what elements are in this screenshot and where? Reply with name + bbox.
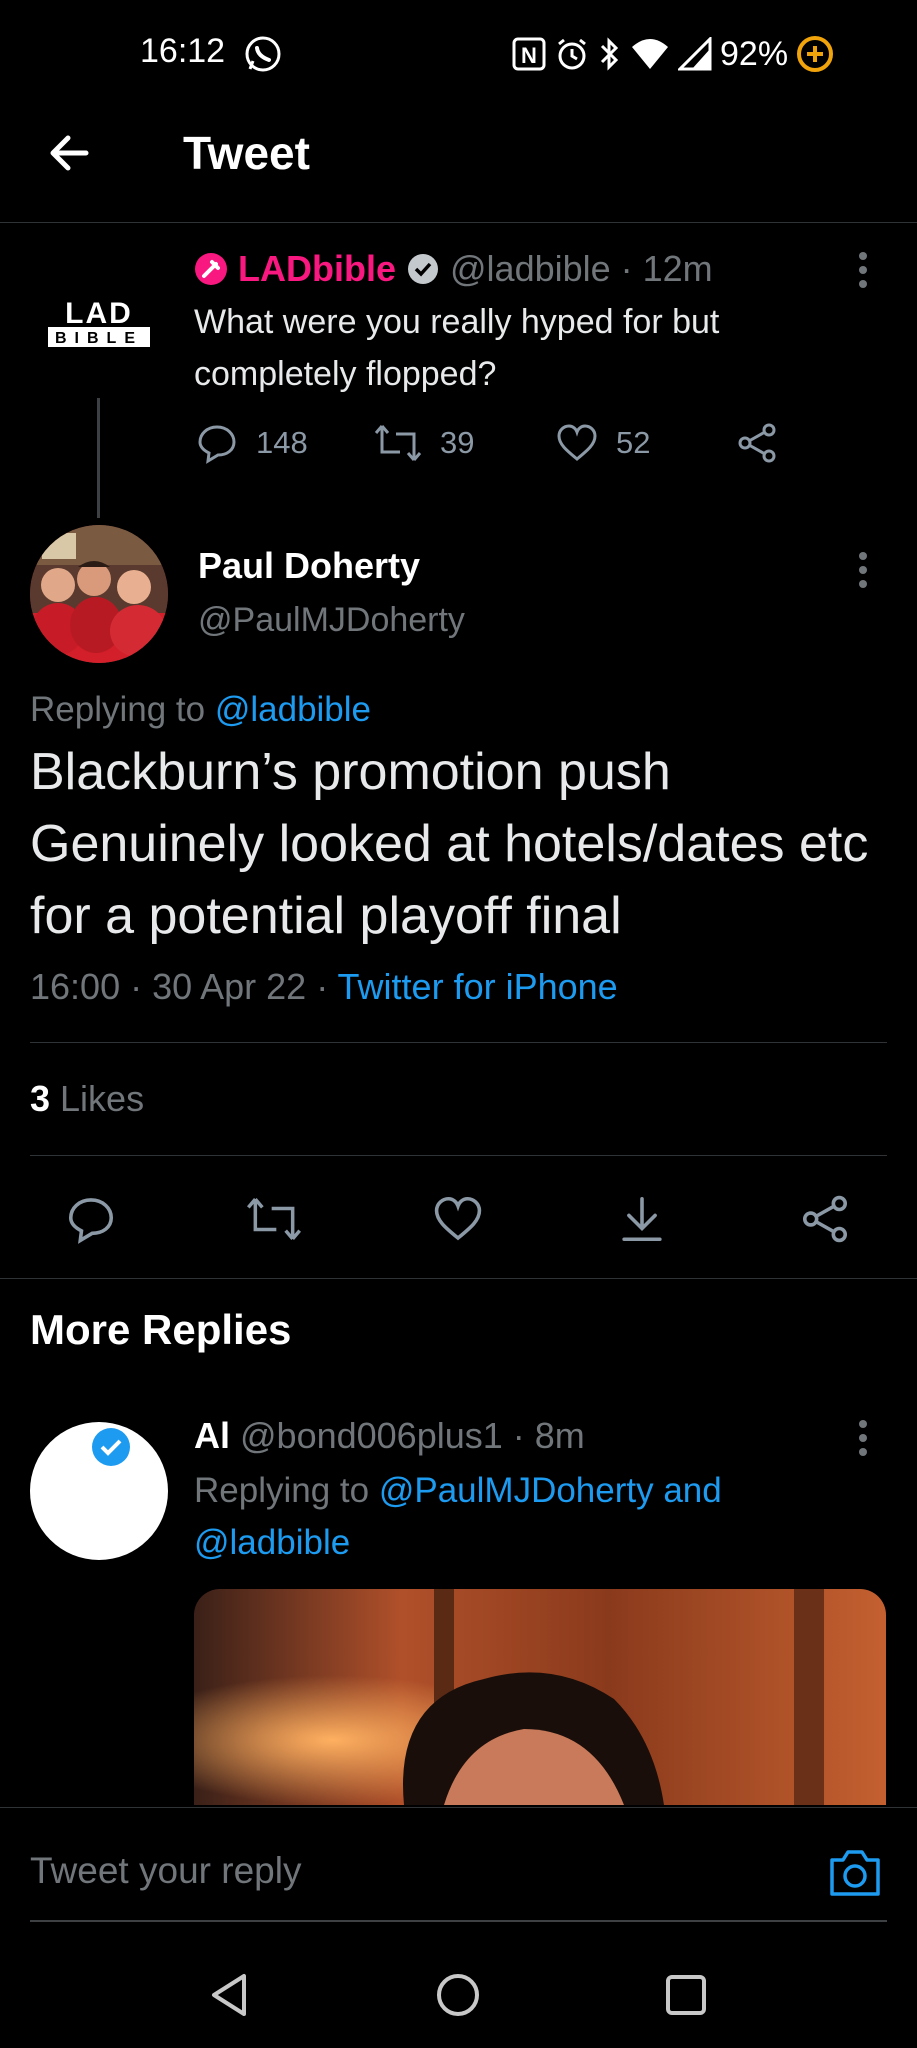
author-avatar[interactable] [30, 525, 168, 663]
signal-icon [678, 37, 712, 71]
reply-header: Al @bond006plus1 · 8m [194, 1415, 585, 1457]
arrow-left-icon [50, 135, 89, 171]
ladbible-avatar[interactable]: LAD BIBLE [44, 296, 154, 350]
camera-button[interactable] [828, 1848, 882, 1898]
nav-back-button[interactable] [206, 1970, 256, 2020]
likes-count: 3 [30, 1078, 51, 1119]
whatsapp-icon [243, 34, 283, 74]
more-vertical-icon [859, 552, 867, 588]
tweet-source-link[interactable]: Twitter for iPhone [338, 966, 618, 1007]
actions-divider [0, 1278, 917, 1279]
header-divider [0, 222, 917, 223]
parent-retweet-button[interactable]: 39 [374, 422, 474, 464]
composer-divider [0, 1807, 917, 1808]
nav-home-button[interactable] [433, 1970, 483, 2020]
media-image [194, 1589, 886, 1805]
tweet-more-button[interactable] [858, 552, 868, 588]
parent-author-name[interactable]: LADbible [238, 248, 396, 290]
reply-input[interactable]: Tweet your reply [30, 1850, 301, 1892]
tweet-timestamp: 16:00 · 30 Apr 22 · [30, 966, 338, 1007]
download-icon [622, 1196, 662, 1242]
bookmark-share-button[interactable] [617, 1194, 667, 1244]
author-name[interactable]: Paul Doherty [198, 545, 420, 587]
svg-text:N: N [521, 43, 537, 68]
ladbible-logo: LAD BIBLE [48, 297, 150, 347]
heart-icon [434, 1196, 482, 1241]
composer-underline [30, 1920, 887, 1922]
reply-more-button[interactable] [858, 1420, 868, 1456]
like-button[interactable] [433, 1194, 483, 1244]
nfc-icon: N [512, 37, 546, 71]
reply-replying-prefix: Replying to [194, 1471, 379, 1510]
avatar-photo [30, 525, 168, 663]
parent-reply-button[interactable]: 148 [196, 422, 308, 464]
alarm-icon [554, 36, 590, 72]
likes-label: Likes [50, 1078, 145, 1119]
page-title: Tweet [183, 127, 310, 179]
logo-text-top: LAD [65, 297, 133, 330]
reply-count: 148 [256, 425, 308, 460]
reply-handle-time: @bond006plus1 · 8m [230, 1415, 585, 1456]
likes-summary[interactable]: 3 Likes [30, 1078, 144, 1120]
camera-icon [830, 1850, 880, 1896]
status-icons: N 92% [512, 30, 834, 78]
reply-verified-icon [90, 1426, 132, 1468]
status-time: 16:12 [140, 32, 226, 70]
author-handle[interactable]: @PaulMJDoherty [198, 601, 465, 640]
more-vertical-icon [859, 252, 867, 288]
triangle-back-icon [212, 1974, 246, 2016]
parent-tweet-text: What were you really hyped for but compl… [194, 303, 720, 393]
tweet-meta: 16:00 · 30 Apr 22 · Twitter for iPhone [30, 966, 618, 1008]
parent-tweet-header: LADbible @ladbible · 12m [194, 248, 713, 290]
reply-replying-to: Replying to @PaulMJDoherty and @ladbible [194, 1465, 834, 1569]
parent-like-button[interactable]: 52 [556, 422, 650, 464]
battery-saver-icon [796, 35, 834, 73]
more-vertical-icon [859, 1420, 867, 1456]
share-icon [738, 423, 776, 463]
share-button[interactable] [800, 1194, 850, 1244]
reply-author-name[interactable]: Al [194, 1415, 230, 1456]
ladbible-badge-icon [194, 252, 228, 286]
circle-home-icon [437, 1974, 479, 2016]
parent-share-button[interactable] [736, 422, 778, 464]
heart-icon [557, 424, 597, 461]
like-count: 52 [616, 425, 651, 460]
verified-badge-icon [406, 252, 440, 286]
reply-media[interactable] [194, 1589, 886, 1805]
reply-button[interactable] [66, 1194, 116, 1244]
logo-text-bottom: BIBLE [55, 330, 143, 347]
likes-divider [30, 1155, 887, 1156]
retweet-button[interactable] [246, 1194, 302, 1244]
retweet-icon [247, 1198, 301, 1240]
retweet-count: 39 [440, 425, 475, 460]
parent-handle-time: @ladbible · 12m [450, 248, 713, 289]
replying-handle-link[interactable]: @ladbible [215, 690, 371, 729]
tweet-text: Blackburn’s promotion push Genuinely loo… [30, 743, 869, 945]
nav-recents-button[interactable] [661, 1970, 711, 2020]
battery-percent: 92% [720, 34, 789, 73]
parent-more-button[interactable] [858, 252, 868, 288]
reply-icon [68, 1198, 114, 1244]
back-button[interactable] [46, 128, 96, 178]
bluetooth-icon [598, 36, 622, 72]
meta-divider [30, 1042, 887, 1043]
thread-connector [97, 398, 100, 518]
more-replies-heading: More Replies [30, 1306, 292, 1353]
replying-prefix: Replying to [30, 690, 215, 729]
replying-to: Replying to @ladbible [30, 690, 371, 730]
retweet-icon [374, 425, 422, 461]
square-recents-icon [666, 1975, 706, 2015]
wifi-icon [630, 37, 670, 71]
reply-icon [198, 425, 236, 464]
share-icon [802, 1195, 848, 1243]
